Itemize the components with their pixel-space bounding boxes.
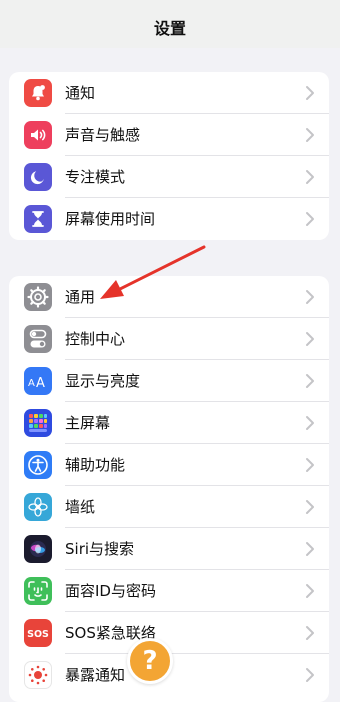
settings-row-label: 面容ID与密码 xyxy=(65,582,156,600)
settings-row-label: 墙纸 xyxy=(65,498,96,516)
chevron-right-icon xyxy=(306,290,314,304)
chevron-right-icon xyxy=(306,374,314,388)
settings-row-label: 声音与触感 xyxy=(65,126,141,144)
chevron-right-icon xyxy=(306,212,314,226)
chevron-right-icon xyxy=(306,626,314,640)
settings-row-label: 辅助功能 xyxy=(65,456,126,474)
chevron-right-icon xyxy=(306,542,314,556)
svg-text:SOS: SOS xyxy=(27,629,49,640)
hourglass-icon xyxy=(24,205,52,233)
settings-row-control-center[interactable]: 控制中心 xyxy=(9,318,329,360)
svg-text:A: A xyxy=(36,376,45,389)
help-badge[interactable]: ? xyxy=(127,638,173,684)
face-id-icon xyxy=(24,577,52,605)
navigation-bar: 设置 xyxy=(0,0,340,48)
chevron-right-icon xyxy=(306,416,314,430)
text-size-icon: AA xyxy=(24,367,52,395)
accessibility-icon xyxy=(24,451,52,479)
settings-row-notifications[interactable]: 通知 xyxy=(9,72,329,114)
settings-row-label: 显示与亮度 xyxy=(65,372,141,390)
chevron-right-icon xyxy=(306,500,314,514)
settings-row-face-id[interactable]: 面容ID与密码 xyxy=(9,570,329,612)
toggles-icon xyxy=(24,325,52,353)
settings-row-accessibility[interactable]: 辅助功能 xyxy=(9,444,329,486)
settings-row-label: 暴露通知 xyxy=(65,666,126,684)
chevron-right-icon xyxy=(306,332,314,346)
chevron-right-icon xyxy=(306,170,314,184)
settings-row-label: 主屏幕 xyxy=(65,414,111,432)
siri-icon xyxy=(24,535,52,563)
gear-icon xyxy=(24,283,52,311)
sos-icon: SOS xyxy=(24,619,52,647)
page-title: 设置 xyxy=(153,19,186,38)
settings-group-2: 通用 控制中心 AA 显示与亮度 主屏幕 辅助功能 墙纸 Siri与搜索 面容I… xyxy=(9,276,329,702)
chevron-right-icon xyxy=(306,584,314,598)
chevron-right-icon xyxy=(306,86,314,100)
settings-row-sounds[interactable]: 声音与触感 xyxy=(9,114,329,156)
bell-icon xyxy=(24,79,52,107)
settings-row-general[interactable]: 通用 xyxy=(9,276,329,318)
settings-row-label: 通用 xyxy=(65,288,96,306)
settings-row-screen-time[interactable]: 屏幕使用时间 xyxy=(9,198,329,240)
svg-text:A: A xyxy=(28,378,35,389)
help-badge-text: ? xyxy=(142,646,158,676)
moon-icon xyxy=(24,163,52,191)
app-grid-icon xyxy=(24,409,52,437)
settings-row-siri[interactable]: Siri与搜索 xyxy=(9,528,329,570)
settings-row-label: 专注模式 xyxy=(65,168,126,186)
settings-row-home-screen[interactable]: 主屏幕 xyxy=(9,402,329,444)
settings-row-wallpaper[interactable]: 墙纸 xyxy=(9,486,329,528)
chevron-right-icon xyxy=(306,458,314,472)
settings-row-label: 通知 xyxy=(65,84,96,102)
settings-row-display[interactable]: AA 显示与亮度 xyxy=(9,360,329,402)
settings-group-1: 通知 声音与触感 专注模式 屏幕使用时间 xyxy=(9,72,329,240)
chevron-right-icon xyxy=(306,668,314,682)
chevron-right-icon xyxy=(306,128,314,142)
speaker-icon xyxy=(24,121,52,149)
settings-row-focus[interactable]: 专注模式 xyxy=(9,156,329,198)
flower-icon xyxy=(24,493,52,521)
exposure-icon xyxy=(24,661,52,689)
settings-row-label: 控制中心 xyxy=(65,330,126,348)
settings-row-label: Siri与搜索 xyxy=(65,540,135,558)
settings-row-label: 屏幕使用时间 xyxy=(65,210,156,228)
